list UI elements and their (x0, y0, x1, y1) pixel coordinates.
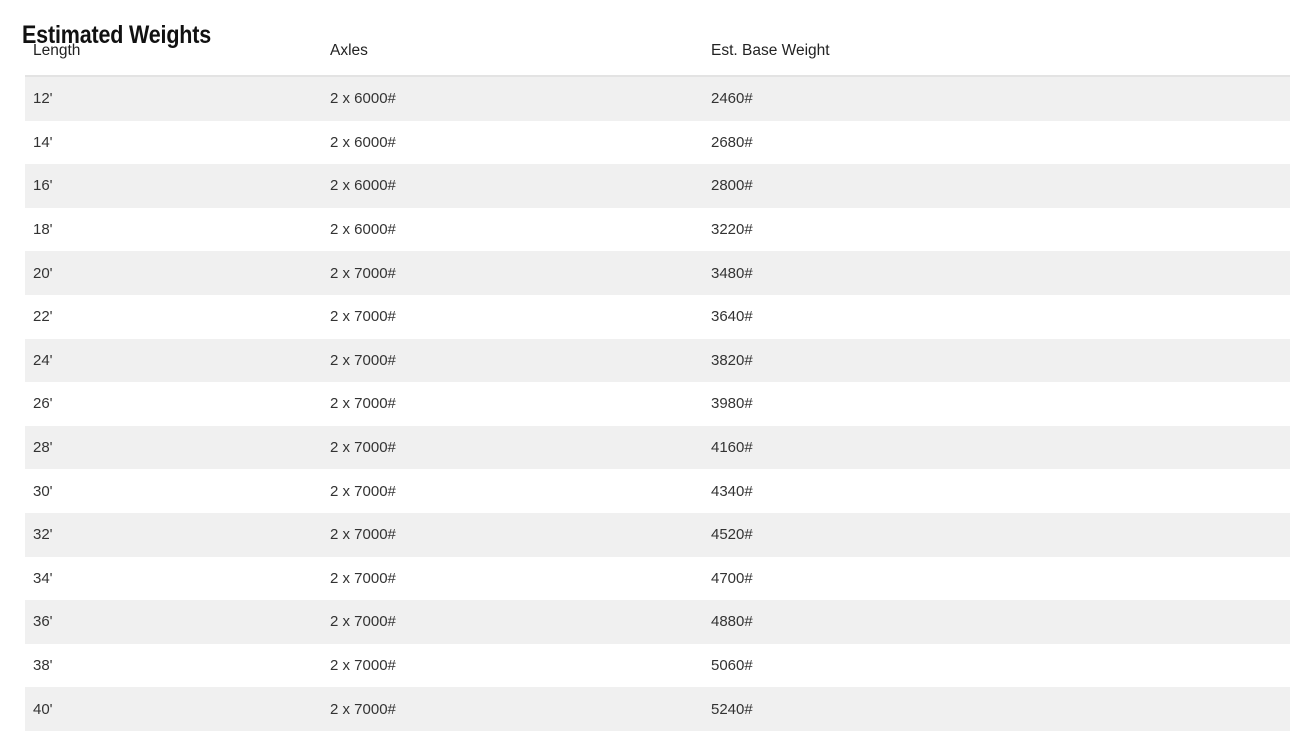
cell-weight: 2460# (703, 76, 1290, 121)
cell-length: 40' (25, 687, 322, 731)
cell-length: 36' (25, 600, 322, 644)
cell-length: 34' (25, 556, 322, 601)
cell-length: 32' (25, 512, 322, 557)
cell-axles: 2 x 7000# (322, 425, 703, 470)
cell-axles: 2 x 7000# (322, 687, 703, 731)
table-header: Length Axles Est. Base Weight (25, 42, 1290, 77)
table-row: 38' 2 x 7000# 5060# (25, 643, 1290, 688)
cell-weight: 5060# (703, 643, 1290, 688)
table-body: 12' 2 x 6000# 2460# 14' 2 x 6000# 2680# … (25, 76, 1290, 731)
cell-weight: 5240# (703, 687, 1290, 731)
table-row: 22' 2 x 7000# 3640# (25, 294, 1290, 339)
cell-axles: 2 x 7000# (322, 556, 703, 601)
cell-weight: 2680# (703, 120, 1290, 165)
cell-length: 14' (25, 120, 322, 165)
cell-axles: 2 x 7000# (322, 338, 703, 383)
table-row: 28' 2 x 7000# 4160# (25, 425, 1290, 470)
cell-weight: 4340# (703, 469, 1290, 513)
table-row: 32' 2 x 7000# 4520# (25, 512, 1290, 557)
cell-length: 22' (25, 294, 322, 339)
cell-length: 16' (25, 164, 322, 208)
table-row: 36' 2 x 7000# 4880# (25, 600, 1290, 644)
cell-weight: 3480# (703, 251, 1290, 295)
cell-weight: 4160# (703, 425, 1290, 470)
table-row: 18' 2 x 6000# 3220# (25, 207, 1290, 252)
table-header-row: Length Axles Est. Base Weight (25, 42, 1290, 77)
cell-length: 20' (25, 251, 322, 295)
cell-weight: 4520# (703, 512, 1290, 557)
cell-weight: 2800# (703, 164, 1290, 208)
cell-axles: 2 x 6000# (322, 76, 703, 121)
cell-axles: 2 x 7000# (322, 643, 703, 688)
cell-weight: 3220# (703, 207, 1290, 252)
cell-axles: 2 x 7000# (322, 600, 703, 644)
estimated-weights-table: Length Axles Est. Base Weight 12' 2 x 60… (25, 42, 1290, 731)
cell-length: 12' (25, 76, 322, 121)
table-row: 20' 2 x 7000# 3480# (25, 251, 1290, 295)
cell-axles: 2 x 7000# (322, 382, 703, 426)
cell-length: 38' (25, 643, 322, 688)
cell-weight: 3820# (703, 338, 1290, 383)
cell-axles: 2 x 6000# (322, 120, 703, 165)
cell-weight: 3640# (703, 294, 1290, 339)
cell-length: 28' (25, 425, 322, 470)
cell-weight: 4880# (703, 600, 1290, 644)
cell-axles: 2 x 6000# (322, 164, 703, 208)
table-row: 16' 2 x 6000# 2800# (25, 164, 1290, 208)
cell-length: 24' (25, 338, 322, 383)
cell-axles: 2 x 7000# (322, 469, 703, 513)
table-row: 34' 2 x 7000# 4700# (25, 556, 1290, 601)
table-row: 12' 2 x 6000# 2460# (25, 76, 1290, 121)
cell-weight: 3980# (703, 382, 1290, 426)
cell-axles: 2 x 6000# (322, 207, 703, 252)
cell-axles: 2 x 7000# (322, 251, 703, 295)
table-row: 26' 2 x 7000# 3980# (25, 382, 1290, 426)
column-header-axles: Axles (322, 42, 703, 77)
cell-axles: 2 x 7000# (322, 294, 703, 339)
table-row: 14' 2 x 6000# 2680# (25, 120, 1290, 165)
cell-length: 18' (25, 207, 322, 252)
table-row: 40' 2 x 7000# 5240# (25, 687, 1290, 731)
column-header-length: Length (25, 42, 322, 77)
cell-axles: 2 x 7000# (322, 512, 703, 557)
table-row: 24' 2 x 7000# 3820# (25, 338, 1290, 383)
cell-weight: 4700# (703, 556, 1290, 601)
cell-length: 30' (25, 469, 322, 513)
table-row: 30' 2 x 7000# 4340# (25, 469, 1290, 513)
estimated-weights-page: Estimated Weights Length Axles Est. Base… (0, 0, 1315, 752)
cell-length: 26' (25, 382, 322, 426)
column-header-est-base-weight: Est. Base Weight (703, 42, 1290, 77)
